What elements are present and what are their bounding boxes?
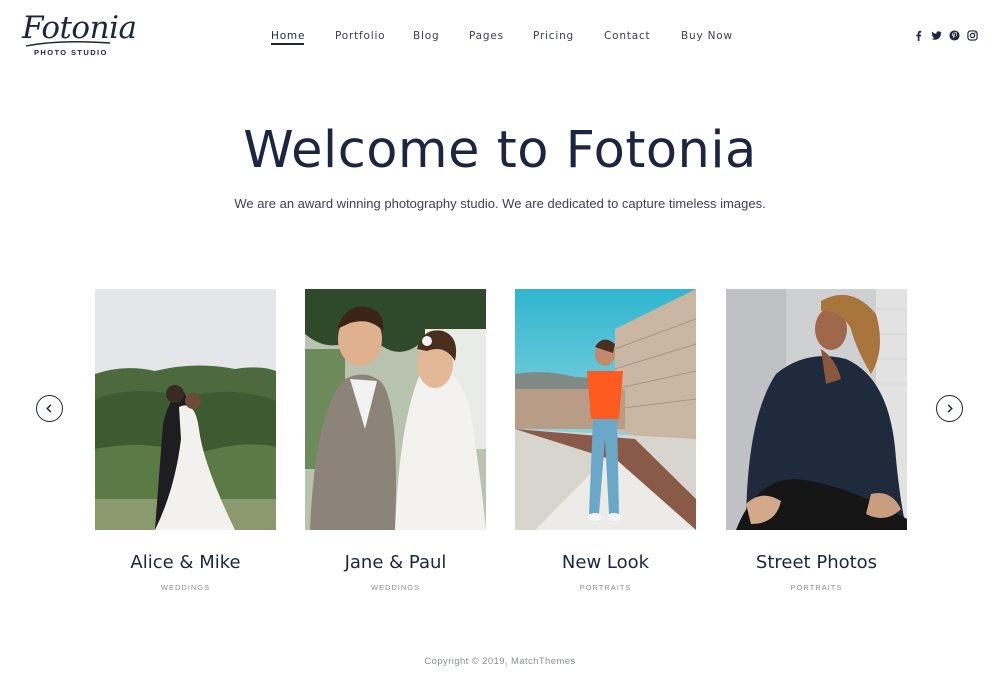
hero-title: Welcome to Fotonia <box>243 121 757 180</box>
footer-copyright: Copyright © 2019, MatchThemes <box>424 656 576 667</box>
social-links <box>913 30 978 41</box>
facebook-icon[interactable] <box>913 30 924 41</box>
active-nav-indicator <box>271 43 304 45</box>
card-title[interactable]: Street Photos <box>726 552 907 573</box>
nav-item-home[interactable]: Home <box>271 30 305 42</box>
carousel-next-button[interactable] <box>936 395 963 422</box>
twitter-icon[interactable] <box>931 30 942 41</box>
card-category[interactable]: PORTRAITS <box>726 583 907 592</box>
card-category[interactable]: WEDDINGS <box>95 583 276 592</box>
portfolio-card: New Look PORTRAITS <box>515 289 696 592</box>
carousel-prev-button[interactable] <box>36 395 63 422</box>
portfolio-card: Street Photos PORTRAITS <box>726 289 907 592</box>
card-category[interactable]: WEDDINGS <box>305 583 486 592</box>
card-title[interactable]: New Look <box>515 552 696 573</box>
nav-item-contact[interactable]: Contact <box>604 30 650 42</box>
portfolio-card: Jane & Paul WEDDINGS <box>305 289 486 592</box>
nav-item-buy-now[interactable]: Buy Now <box>681 30 733 42</box>
main-nav: Home Portfolio Blog Pages Pricing Contac… <box>0 30 1000 44</box>
card-photo-wedding-couple-hug[interactable] <box>95 289 276 530</box>
pinterest-icon[interactable] <box>949 30 960 41</box>
hero-subtitle: We are an award winning photography stud… <box>234 196 766 211</box>
nav-item-pages[interactable]: Pages <box>469 30 504 42</box>
card-title[interactable]: Jane & Paul <box>305 552 486 573</box>
card-photo-wedding-couple-smile[interactable] <box>305 289 486 530</box>
chevron-left-icon <box>46 404 52 413</box>
instagram-icon[interactable] <box>967 30 978 41</box>
card-photo-street-portrait[interactable] <box>726 289 907 530</box>
logo-tagline: PHOTO STUDIO <box>34 48 108 57</box>
nav-item-pricing[interactable]: Pricing <box>533 30 574 42</box>
nav-item-blog[interactable]: Blog <box>413 30 439 42</box>
card-category[interactable]: PORTRAITS <box>515 583 696 592</box>
nav-item-portfolio[interactable]: Portfolio <box>335 30 385 42</box>
chevron-right-icon <box>947 404 953 413</box>
card-title[interactable]: Alice & Mike <box>95 552 276 573</box>
card-photo-orange-shirt-model[interactable] <box>515 289 696 530</box>
portfolio-card: Alice & Mike WEDDINGS <box>95 289 276 592</box>
